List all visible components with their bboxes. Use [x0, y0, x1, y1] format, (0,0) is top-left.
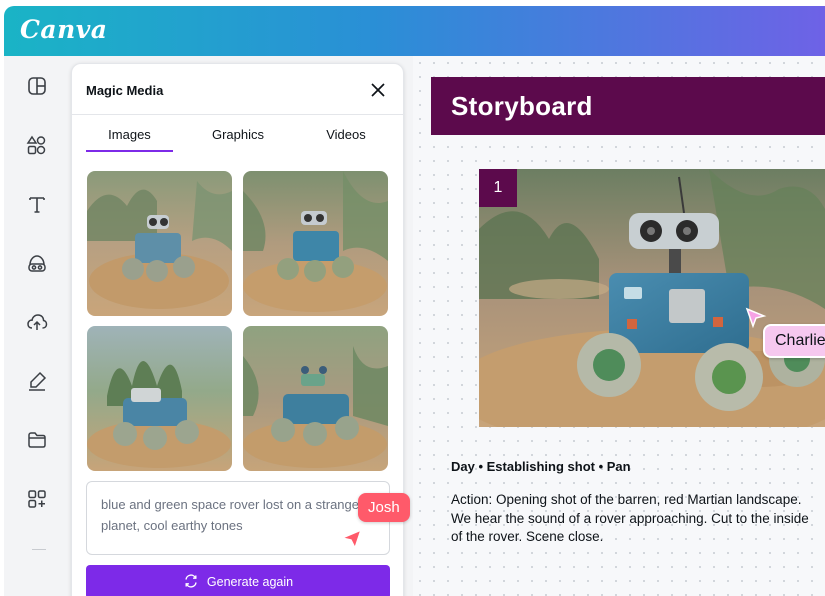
- collaborator-tag-charlie: Charlie: [763, 324, 825, 358]
- close-icon[interactable]: [368, 80, 388, 100]
- generated-image-2[interactable]: [243, 171, 388, 316]
- cloud-upload-icon[interactable]: [26, 311, 48, 333]
- scene-image[interactable]: [479, 169, 825, 427]
- storyboard-banner[interactable]: Storyboard: [431, 77, 825, 135]
- rail-divider: [32, 549, 46, 550]
- scene-number-badge: 1: [479, 169, 517, 207]
- collaborator-tag-josh: Josh: [358, 493, 410, 522]
- active-tab-indicator: [86, 150, 173, 152]
- pen-icon[interactable]: [26, 370, 48, 392]
- storyboard-title: Storyboard: [451, 91, 593, 121]
- panel-title: Magic Media: [86, 83, 164, 98]
- magic-media-panel: Magic Media Images Graphics Videos blue …: [71, 63, 404, 596]
- generate-again-button[interactable]: Generate again: [86, 565, 390, 596]
- refresh-icon: [183, 573, 199, 592]
- generated-image-3[interactable]: [87, 326, 232, 471]
- tab-images[interactable]: Images: [86, 127, 173, 142]
- text-icon[interactable]: [26, 193, 48, 215]
- tab-videos[interactable]: Videos: [304, 127, 388, 142]
- brand-icon[interactable]: [26, 252, 48, 274]
- tab-graphics[interactable]: Graphics: [196, 127, 280, 142]
- canva-editor: Canva Magic Media Images Graphics Videos…: [0, 0, 825, 596]
- generated-image-1[interactable]: [87, 171, 232, 316]
- folder-icon[interactable]: [26, 429, 48, 451]
- panel-divider: [72, 114, 403, 115]
- side-rail: [4, 56, 68, 596]
- shapes-icon[interactable]: [26, 134, 48, 156]
- layout-icon[interactable]: [26, 75, 48, 97]
- top-bar: Canva: [4, 6, 825, 56]
- canva-logo[interactable]: Canva: [20, 15, 108, 44]
- cursor-arrow-icon: [339, 528, 363, 552]
- shot-title[interactable]: Day • Establishing shot • Pan: [451, 459, 631, 474]
- generate-again-label: Generate again: [206, 575, 294, 589]
- apps-icon[interactable]: [26, 488, 48, 510]
- shot-description[interactable]: Action: Opening shot of the barren, red …: [451, 491, 809, 547]
- generated-image-4[interactable]: [243, 326, 388, 471]
